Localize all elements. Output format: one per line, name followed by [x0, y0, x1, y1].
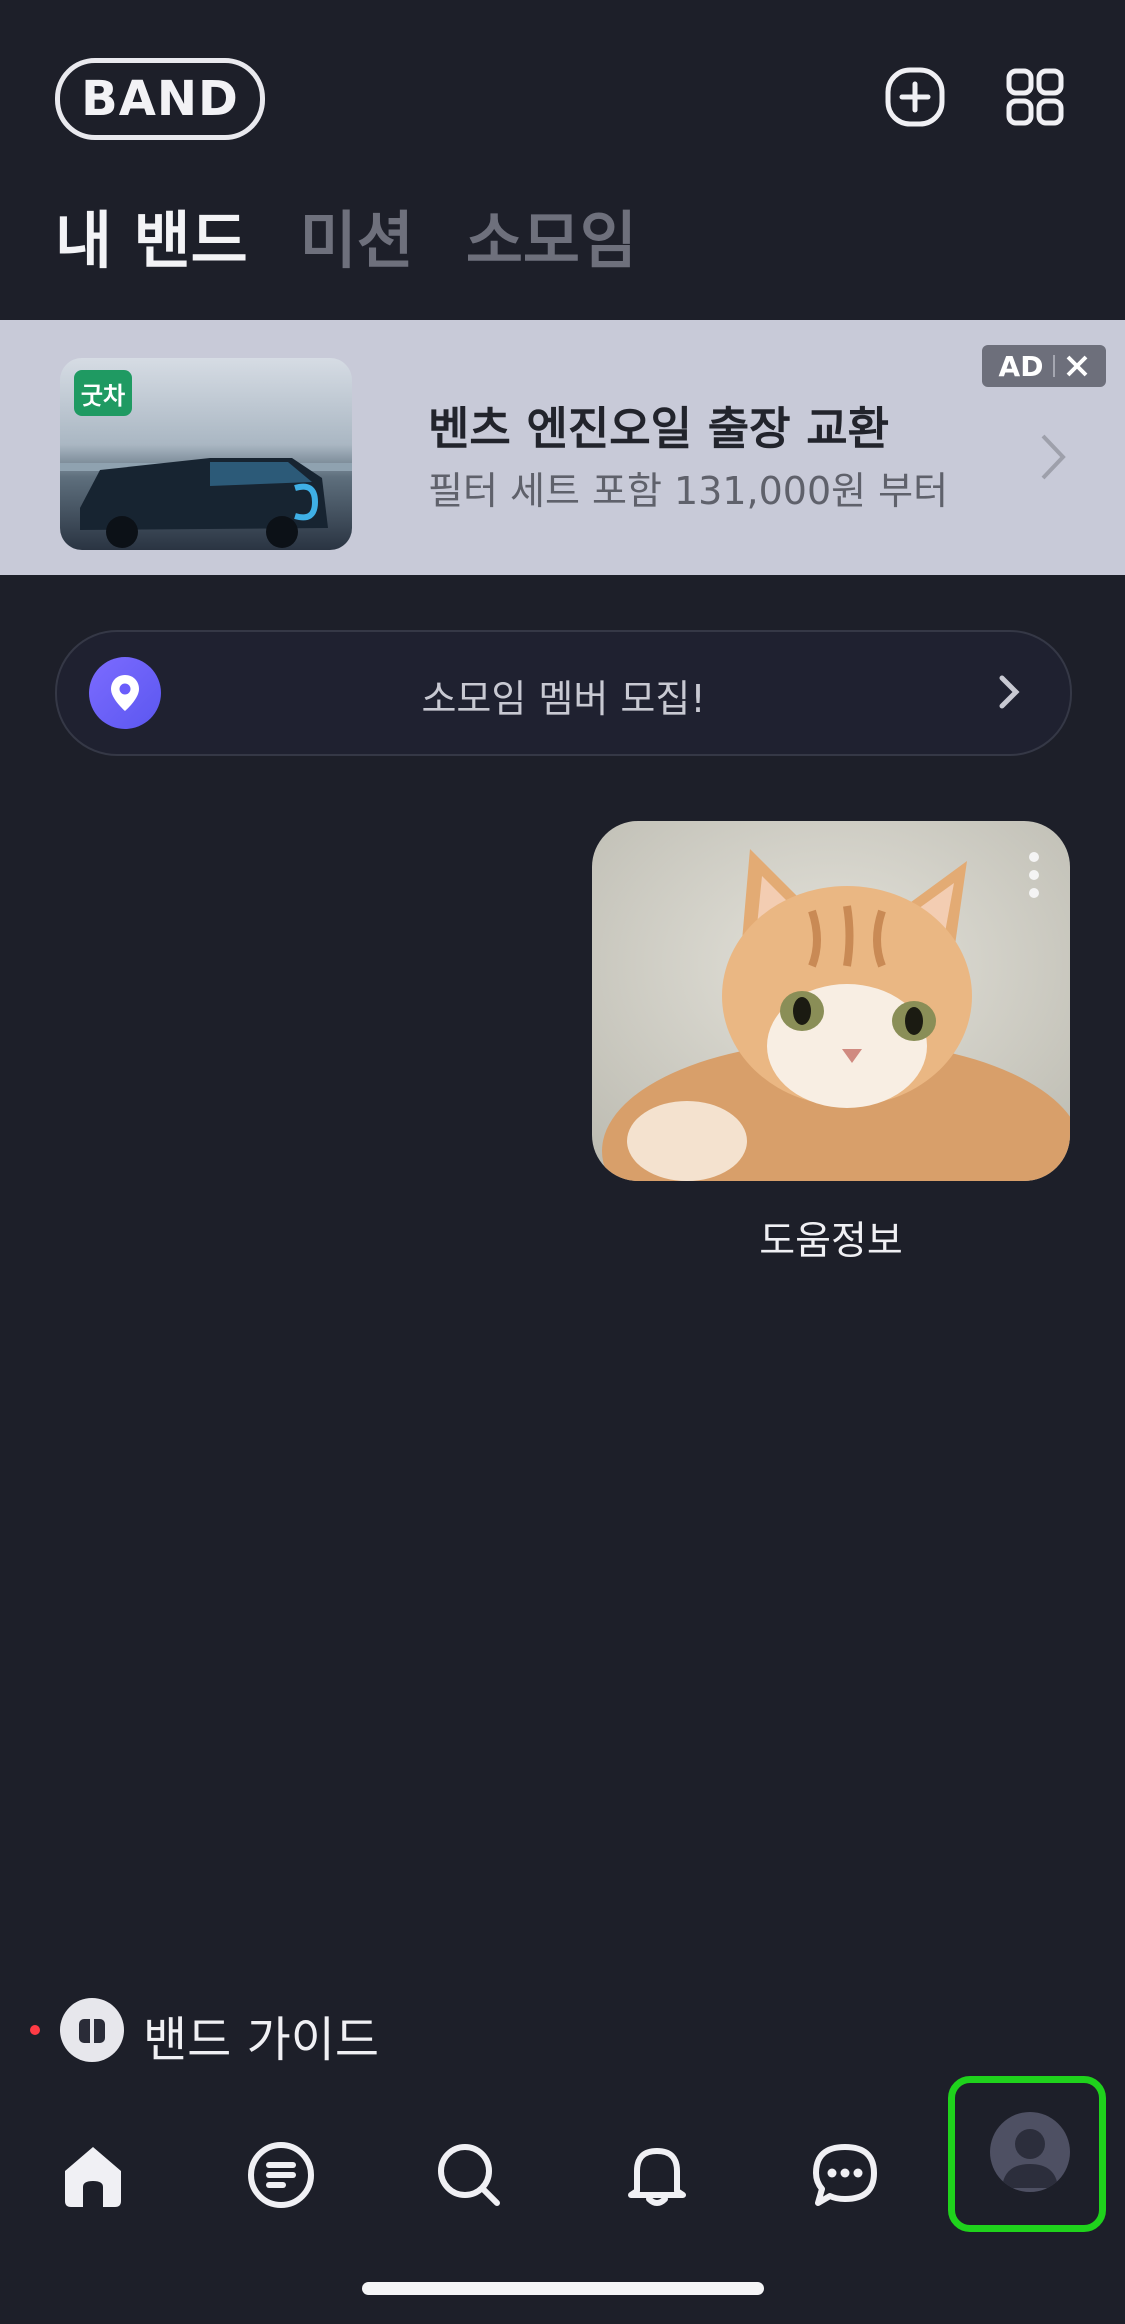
book-icon[interactable]	[60, 1998, 124, 2062]
band-card-image[interactable]	[592, 821, 1070, 1181]
create-band-button[interactable]	[880, 62, 950, 132]
ad-close-badge[interactable]: AD	[982, 345, 1106, 387]
recruit-text: 소모임 멤버 모집!	[421, 677, 706, 721]
bell-icon	[628, 2148, 686, 2206]
nav-home[interactable]	[38, 2120, 148, 2230]
tab-missions[interactable]: 미션	[300, 190, 414, 280]
search-icon	[438, 2144, 500, 2206]
tab-small-groups[interactable]: 소모임	[466, 190, 637, 280]
nav-search[interactable]	[414, 2120, 524, 2230]
chat-icon	[813, 2144, 877, 2206]
close-icon	[1067, 355, 1088, 377]
ad-label: AD	[998, 349, 1044, 383]
feed-icon	[248, 2142, 314, 2208]
ad-title: 벤츠 엔진오일 출장 교환	[428, 402, 890, 455]
top-tabs: 내 밴드 미션 소모임	[55, 190, 637, 280]
grid-icon	[1006, 68, 1064, 126]
nav-feed[interactable]	[226, 2120, 336, 2230]
chevron-right-icon	[999, 675, 1020, 709]
band-logo[interactable]: BAND	[55, 58, 265, 140]
chevron-right-icon	[1041, 434, 1066, 480]
ad-thumbnail: 굿차	[60, 358, 352, 550]
nav-notifications[interactable]	[602, 2120, 712, 2230]
home-icon	[65, 2147, 121, 2207]
divider	[1053, 355, 1056, 377]
ad-subtitle: 필터 세트 포함 131,000원 부터	[428, 469, 949, 513]
notification-dot	[30, 2025, 40, 2035]
tab-my-bands[interactable]: 내 밴드	[55, 190, 248, 280]
more-vertical-icon[interactable]	[1028, 851, 1040, 899]
recruit-members-banner[interactable]: 소모임 멤버 모집!	[55, 630, 1072, 756]
ad-banner[interactable]: 굿차 벤츠 엔진오일 출장 교환 필터 세트 포함 131,000원 부터 AD	[0, 320, 1125, 575]
ad-brand-tag: 굿차	[74, 370, 132, 416]
band-guide-link[interactable]: 밴드 가이드	[143, 2000, 379, 2070]
band-name[interactable]: 도움정보	[592, 1210, 1070, 1266]
home-indicator	[362, 2282, 764, 2295]
grid-menu-button[interactable]	[1000, 62, 1070, 132]
profile-icon[interactable]	[990, 2112, 1070, 2192]
plus-circle-icon	[885, 67, 945, 127]
nav-chat[interactable]	[790, 2120, 900, 2230]
